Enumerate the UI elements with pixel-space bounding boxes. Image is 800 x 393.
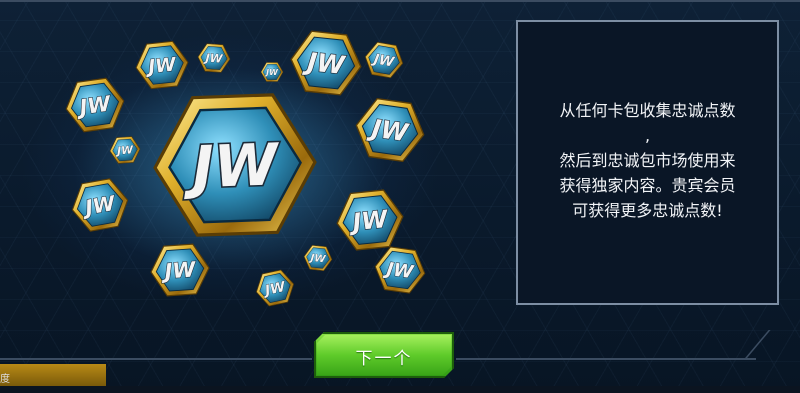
corner-tab[interactable] bbox=[0, 364, 106, 386]
medal-icon bbox=[62, 75, 128, 135]
medal-icon bbox=[252, 267, 298, 309]
medal-icon-large bbox=[151, 91, 319, 239]
info-line: 可获得更多忠诚点数! bbox=[572, 201, 723, 220]
next-button[interactable]: 下一个 bbox=[314, 332, 454, 378]
info-description: 从任何卡包收集忠诚点数 , 然后到忠诚包市场使用来 获得独家内容。贵宾会员 可获… bbox=[518, 98, 777, 223]
medal-icon bbox=[302, 244, 334, 272]
bottom-bar bbox=[0, 386, 800, 393]
medal-icon bbox=[362, 40, 406, 80]
info-line: 从任何卡包收集忠诚点数 bbox=[559, 101, 736, 120]
medal-icon bbox=[371, 244, 429, 296]
bottom-right-frame-line bbox=[456, 358, 756, 360]
game-screen: JW 从任何卡包收集忠诚点数 , 然后到忠诚包市场使用来 获得独家内容。贵宾会员… bbox=[0, 0, 800, 393]
medal-icon bbox=[333, 187, 407, 253]
medal-icon bbox=[108, 135, 142, 165]
bottom-left-frame-line bbox=[0, 358, 312, 360]
medal-icon bbox=[67, 175, 133, 235]
medal-icon bbox=[287, 28, 365, 98]
next-button-label: 下一个 bbox=[355, 349, 413, 369]
loyalty-medals-illustration: JW bbox=[62, 28, 429, 309]
medal-icon bbox=[260, 62, 284, 82]
info-line: 然后到忠诚包市场使用来 bbox=[559, 151, 736, 170]
corner-tab-label: 度 bbox=[0, 374, 10, 385]
info-line: 获得独家内容。贵宾会员 bbox=[559, 176, 736, 195]
info-line: , bbox=[644, 126, 651, 145]
medal-icon bbox=[148, 242, 212, 298]
info-panel: 从任何卡包收集忠诚点数 , 然后到忠诚包市场使用来 获得独家内容。贵宾会员 可获… bbox=[516, 20, 779, 305]
medal-icon bbox=[196, 42, 232, 74]
medal-icon bbox=[351, 95, 429, 165]
medal-icon bbox=[133, 39, 191, 91]
